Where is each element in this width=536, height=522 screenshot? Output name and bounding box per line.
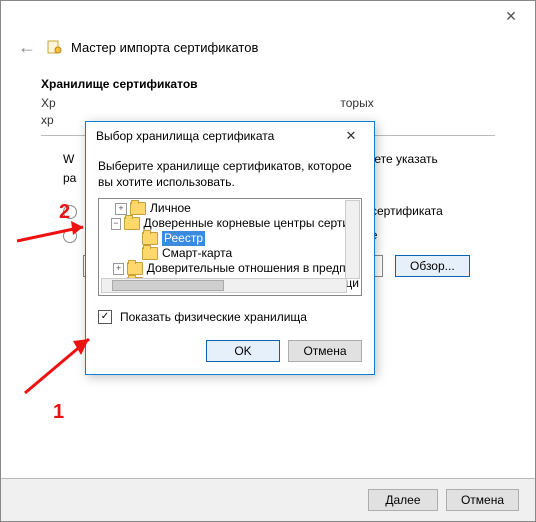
browse-button[interactable]: Обзор... (395, 255, 470, 277)
annotation-number-2: 2 (59, 201, 70, 224)
back-icon[interactable]: ← (17, 37, 37, 57)
next-button[interactable]: Далее (368, 489, 438, 511)
horizontal-scrollbar[interactable] (101, 278, 347, 293)
selected-item-label: Реестр (162, 231, 205, 246)
vertical-scrollbar[interactable] (345, 200, 360, 279)
select-store-dialog: Выбор хранилища сертификата ✕ Выберите х… (85, 121, 375, 375)
folder-icon (124, 217, 140, 230)
dialog-cancel-button[interactable]: Отмена (288, 340, 362, 362)
folder-icon (142, 247, 158, 260)
tree-item-trusted-root[interactable]: − Доверенные корневые центры сертиф (101, 216, 359, 231)
wizard-header: ← Мастер импорта сертификатов (1, 31, 535, 67)
section-title: Хранилище сертификатов (41, 77, 495, 91)
cancel-button[interactable]: Отмена (446, 489, 519, 511)
wizard-title: Мастер импорта сертификатов (71, 40, 258, 55)
wizard-window: ✕ ← Мастер импорта сертификатов Хранилищ… (0, 0, 536, 522)
dialog-titlebar: Выбор хранилища сертификата ✕ (86, 122, 374, 150)
radio-icon (63, 229, 77, 243)
expand-icon[interactable]: + (113, 263, 124, 275)
ok-button[interactable]: OK (206, 340, 280, 362)
folder-icon (142, 232, 158, 245)
show-physical-label: Показать физические хранилища (120, 310, 307, 324)
folder-icon (130, 202, 146, 215)
annotation-number-1: 1 (53, 401, 64, 424)
tree-item-enterprise-trust[interactable]: + Доверительные отношения в предпри (101, 261, 359, 276)
store-tree[interactable]: + Личное − Доверенные корневые центры се… (98, 198, 362, 296)
tree-item-registry[interactable]: Реестр (101, 231, 359, 246)
tree-item-personal[interactable]: + Личное (101, 201, 359, 216)
close-icon[interactable]: ✕ (334, 125, 368, 147)
dialog-buttons: OK Отмена (86, 340, 374, 374)
show-physical-checkbox[interactable]: ✓ Показать физические хранилища (98, 310, 362, 324)
expand-icon[interactable]: + (115, 203, 127, 215)
certificate-wizard-icon (47, 39, 63, 55)
folder-icon (127, 262, 143, 275)
collapse-icon[interactable]: − (111, 218, 120, 230)
wizard-footer: Далее Отмена (1, 478, 535, 521)
dialog-title: Выбор хранилища сертификата (96, 129, 274, 143)
checkbox-icon: ✓ (98, 310, 112, 324)
dialog-instruction: Выберите хранилище сертификатов, которое… (98, 158, 362, 190)
close-icon[interactable]: ✕ (489, 2, 533, 30)
wizard-titlebar: ✕ (1, 1, 535, 31)
tree-item-smartcard[interactable]: Смарт-карта (101, 246, 359, 261)
